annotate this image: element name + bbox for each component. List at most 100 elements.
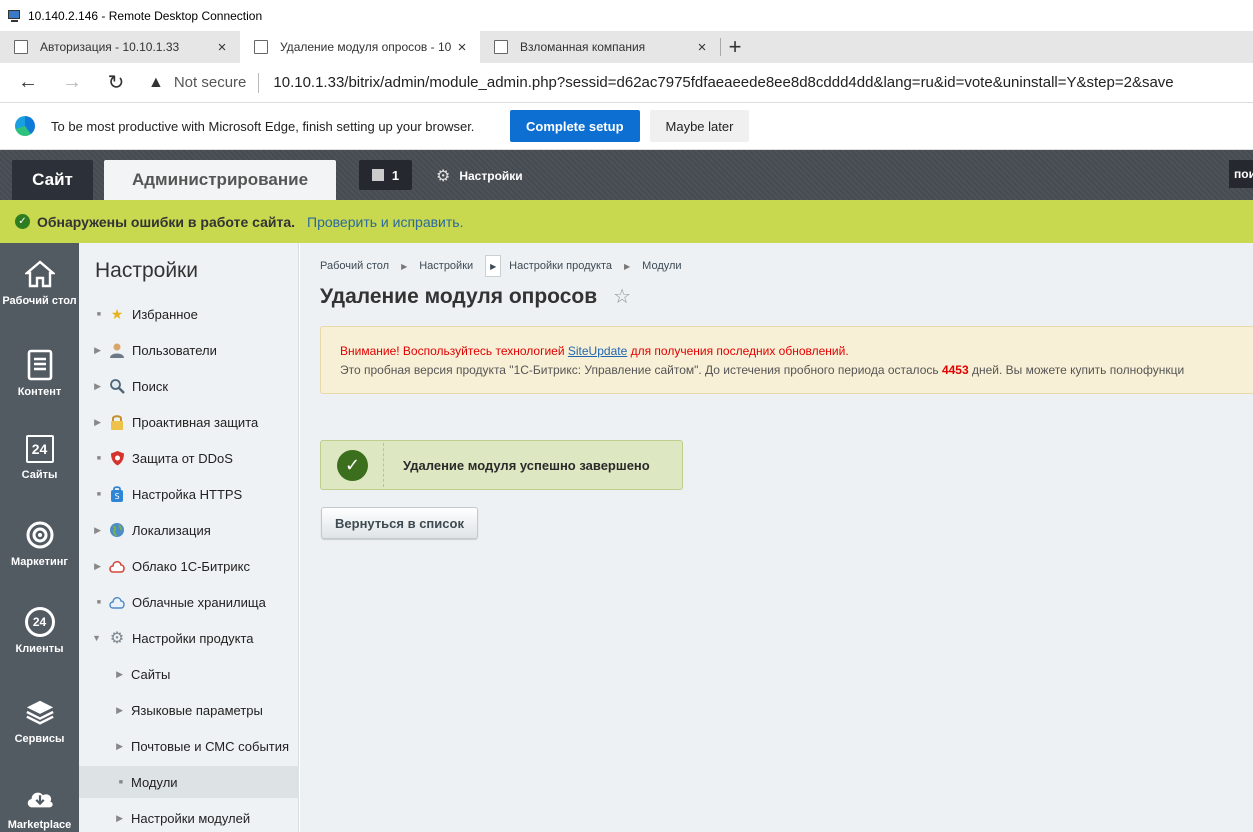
cloud-icon bbox=[109, 558, 125, 574]
cloud-download-icon bbox=[25, 783, 55, 813]
reload-button[interactable]: ↻ bbox=[94, 65, 138, 101]
menu-item-cloud-storage[interactable]: ■ Облачные хранилища bbox=[79, 586, 299, 618]
menu-item-modules[interactable]: ■ Модули bbox=[79, 766, 299, 798]
breadcrumb-modules[interactable]: Модули bbox=[642, 260, 681, 272]
rail-item-marketing[interactable]: Маркетинг bbox=[0, 520, 79, 568]
breadcrumb-desktop[interactable]: Рабочий стол bbox=[320, 260, 389, 272]
gear-icon: ⚙ bbox=[436, 168, 451, 185]
menu-item-label: Почтовые и СМС события bbox=[131, 738, 290, 754]
forward-button[interactable]: → bbox=[50, 65, 94, 101]
url-text[interactable]: 10.10.1.33/bitrix/admin/module_admin.php… bbox=[273, 74, 1173, 91]
page-icon bbox=[494, 40, 508, 54]
favorite-star-icon[interactable]: ☆ bbox=[613, 284, 631, 309]
trial-text: Это пробная версия продукта "1С-Битрикс:… bbox=[340, 363, 942, 377]
security-label[interactable]: Not secure bbox=[174, 74, 247, 91]
expand-arrow-icon[interactable]: ▶ bbox=[79, 705, 131, 716]
trial-warning-box: Внимание! Воспользуйтесь технологией Sit… bbox=[320, 326, 1253, 394]
rail-item-clients[interactable]: 24 Клиенты bbox=[0, 607, 79, 655]
close-tab-icon[interactable]: × bbox=[454, 39, 470, 56]
search-field[interactable]: пои bbox=[1229, 160, 1253, 188]
settings-menu: Настройки ■ ★ Избранное ▶ Пользователи ▶… bbox=[79, 243, 299, 832]
page-icon bbox=[254, 40, 268, 54]
rail-item-marketplace[interactable]: Marketplace bbox=[0, 783, 79, 831]
menu-item-label: Модули bbox=[131, 774, 178, 790]
site-tab[interactable]: Сайт bbox=[12, 160, 93, 200]
menu-item-product-settings[interactable]: ▼ ⚙ Настройки продукта bbox=[79, 622, 299, 654]
bullet-icon: ■ bbox=[96, 490, 101, 498]
expand-arrow-icon[interactable]: ▶ bbox=[79, 417, 109, 428]
menu-item-sites[interactable]: ▶ Сайты bbox=[79, 658, 299, 690]
notifications-button[interactable]: 1 bbox=[359, 160, 412, 190]
menu-item-label: Защита от DDoS bbox=[132, 450, 233, 466]
rail-item-desktop[interactable]: Рабочий стол bbox=[0, 259, 79, 307]
settings-label: Настройки bbox=[459, 169, 523, 183]
close-tab-icon[interactable]: × bbox=[214, 39, 230, 56]
settings-link[interactable]: ⚙ Настройки bbox=[436, 166, 523, 186]
clients-24-icon: 24 bbox=[24, 607, 55, 637]
back-button[interactable]: ← bbox=[6, 65, 50, 101]
admin-tab[interactable]: Администрирование bbox=[104, 160, 336, 200]
rail-item-services[interactable]: Сервисы bbox=[0, 697, 79, 745]
back-to-list-button[interactable]: Вернуться в список bbox=[321, 507, 478, 539]
expand-arrow-icon[interactable]: ▶ bbox=[79, 561, 109, 572]
expand-arrow-icon[interactable]: ▶ bbox=[79, 741, 131, 752]
siteupdate-link[interactable]: SiteUpdate bbox=[568, 344, 627, 358]
menu-item-mail-sms-events[interactable]: ▶ Почтовые и СМС события bbox=[79, 730, 299, 762]
new-tab-button[interactable]: + bbox=[721, 31, 749, 63]
page-icon bbox=[14, 40, 28, 54]
expand-arrow-icon[interactable]: ▶ bbox=[79, 345, 109, 356]
rail-label: Сервисы bbox=[14, 733, 65, 745]
update-warning-prefix: Внимание! Воспользуйтесь технологией bbox=[340, 344, 568, 358]
breadcrumb-product-settings[interactable]: Настройки продукта bbox=[509, 260, 612, 272]
menu-item-localization[interactable]: ▶ Локализация bbox=[79, 514, 299, 546]
menu-item-favorites[interactable]: ■ ★ Избранное bbox=[79, 298, 299, 330]
breadcrumb-dropdown-icon[interactable]: ▶ bbox=[485, 255, 502, 277]
breadcrumb-settings[interactable]: Настройки bbox=[419, 260, 473, 272]
menu-item-module-settings[interactable]: ▶ Настройки модулей bbox=[79, 802, 299, 832]
menu-item-search[interactable]: ▶ Поиск bbox=[79, 370, 299, 402]
menu-item-users[interactable]: ▶ Пользователи bbox=[79, 334, 299, 366]
url-separator bbox=[258, 72, 260, 93]
trial-days: 4453 bbox=[941, 363, 969, 377]
menu-item-bitrix-cloud[interactable]: ▶ Облако 1С-Битрикс bbox=[79, 550, 299, 582]
expand-arrow-icon[interactable]: ▶ bbox=[79, 525, 109, 536]
expand-arrow-icon[interactable]: ▶ bbox=[79, 669, 131, 680]
tab-hacked-company[interactable]: Взломанная компания × bbox=[480, 31, 720, 63]
rail-item-content[interactable]: Контент bbox=[0, 349, 79, 398]
rail-label: Клиенты bbox=[15, 643, 64, 655]
menu-item-label: Настройки модулей bbox=[131, 810, 251, 826]
rail-item-sites[interactable]: 24 Сайты bbox=[0, 435, 79, 481]
breadcrumb-separator-icon: ▶ bbox=[401, 261, 408, 271]
svg-text:S: S bbox=[114, 492, 119, 501]
tab-label: Взломанная компания bbox=[520, 40, 646, 54]
success-check-icon: ✓ bbox=[337, 449, 368, 481]
menu-item-proactive[interactable]: ▶ Проактивная защита bbox=[79, 406, 299, 438]
https-icon: S bbox=[109, 486, 125, 502]
rdp-title-bar: 10.140.2.146 - Remote Desktop Connection bbox=[0, 0, 1253, 31]
tab-authorization[interactable]: Авторизация - 10.10.1.33 × bbox=[0, 31, 240, 63]
promo-text: To be most productive with Microsoft Edg… bbox=[51, 118, 475, 134]
tab-module-uninstall[interactable]: Удаление модуля опросов - 10 × bbox=[240, 31, 480, 63]
rail-label: Контент bbox=[17, 386, 62, 398]
menu-item-ddos[interactable]: ■ Защита от DDoS bbox=[79, 442, 299, 474]
expand-arrow-icon[interactable]: ▶ bbox=[79, 381, 109, 392]
menu-title: Настройки bbox=[95, 259, 198, 282]
warning-icon[interactable]: ▲ bbox=[148, 74, 164, 92]
admin-top-panel: Сайт Администрирование 1 ⚙ Настройки пои bbox=[0, 150, 1253, 200]
menu-item-https[interactable]: ■ S Настройка HTTPS bbox=[79, 478, 299, 510]
menu-item-language-params[interactable]: ▶ Языковые параметры bbox=[79, 694, 299, 726]
edge-logo-icon bbox=[15, 116, 35, 136]
bullet-icon: ■ bbox=[96, 598, 101, 606]
check-and-fix-link[interactable]: Проверить и исправить. bbox=[307, 214, 463, 230]
main-nav-rail: Рабочий стол Контент 24 Сайты Маркетинг … bbox=[0, 243, 79, 832]
menu-item-label: Локализация bbox=[132, 522, 211, 538]
expand-arrow-icon[interactable]: ▶ bbox=[79, 813, 131, 824]
menu-item-label: Пользователи bbox=[132, 342, 217, 358]
complete-setup-button[interactable]: Complete setup bbox=[510, 110, 640, 142]
maybe-later-button[interactable]: Maybe later bbox=[649, 110, 750, 142]
shield-icon bbox=[109, 450, 125, 466]
lock-icon bbox=[109, 414, 125, 430]
address-bar[interactable]: ▲ Not secure 10.10.1.33/bitrix/admin/mod… bbox=[148, 72, 1174, 93]
close-tab-icon[interactable]: × bbox=[694, 39, 710, 56]
collapse-arrow-icon[interactable]: ▼ bbox=[79, 633, 109, 643]
